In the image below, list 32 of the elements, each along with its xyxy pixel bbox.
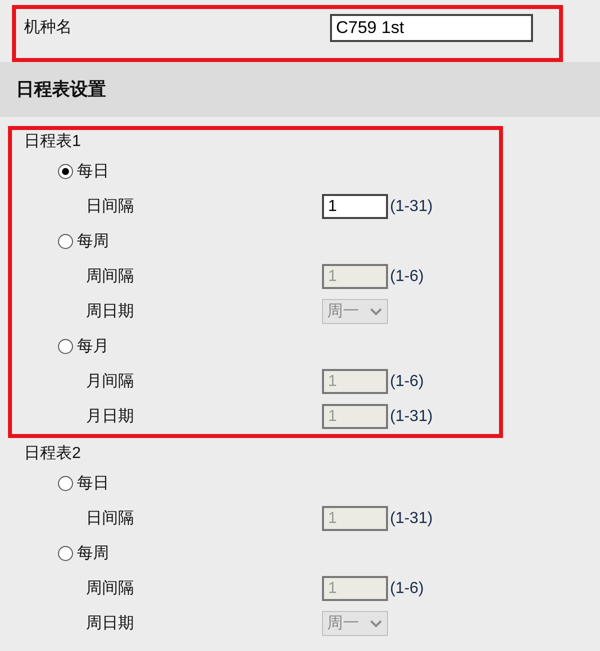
radio-button[interactable] xyxy=(58,234,73,249)
field-label: 日间隔 xyxy=(86,508,135,528)
radio-button[interactable] xyxy=(58,339,73,354)
number-field[interactable]: 1 xyxy=(322,194,388,219)
range-hint: (1-6) xyxy=(390,372,424,392)
schedule-title: 日程表2 xyxy=(24,444,81,464)
range-hint: (1-31) xyxy=(390,196,433,216)
field-label: 周间隔 xyxy=(86,578,135,598)
field-label: 周日期 xyxy=(86,614,135,634)
field-label: 日间隔 xyxy=(86,196,135,216)
chevron-down-icon xyxy=(369,618,383,628)
range-hint: (1-31) xyxy=(390,508,433,528)
radio-button[interactable] xyxy=(58,164,73,179)
field-label: 机种名 xyxy=(24,18,73,38)
radio-button[interactable] xyxy=(58,546,73,561)
radio-option[interactable]: 每周 xyxy=(58,542,109,566)
field-label: 月间隔 xyxy=(86,372,135,392)
radio-option[interactable]: 每月 xyxy=(58,334,109,358)
field-label: 周间隔 xyxy=(86,266,135,286)
model-name-field[interactable]: C759 1st xyxy=(330,14,533,42)
range-hint: (1-6) xyxy=(390,266,424,286)
range-hint: (1-6) xyxy=(390,578,424,598)
section-header: 日程表设置 xyxy=(0,62,600,117)
field-label: 月日期 xyxy=(86,406,135,426)
range-hint: (1-31) xyxy=(390,406,433,426)
chevron-down-icon xyxy=(369,306,383,316)
schedule-title: 日程表1 xyxy=(24,132,81,152)
field-label: 周日期 xyxy=(86,302,135,322)
radio-button[interactable] xyxy=(58,476,73,491)
radio-option[interactable]: 每日 xyxy=(58,472,109,496)
radio-option[interactable]: 每周 xyxy=(58,230,109,254)
radio-option[interactable]: 每日 xyxy=(58,160,109,184)
